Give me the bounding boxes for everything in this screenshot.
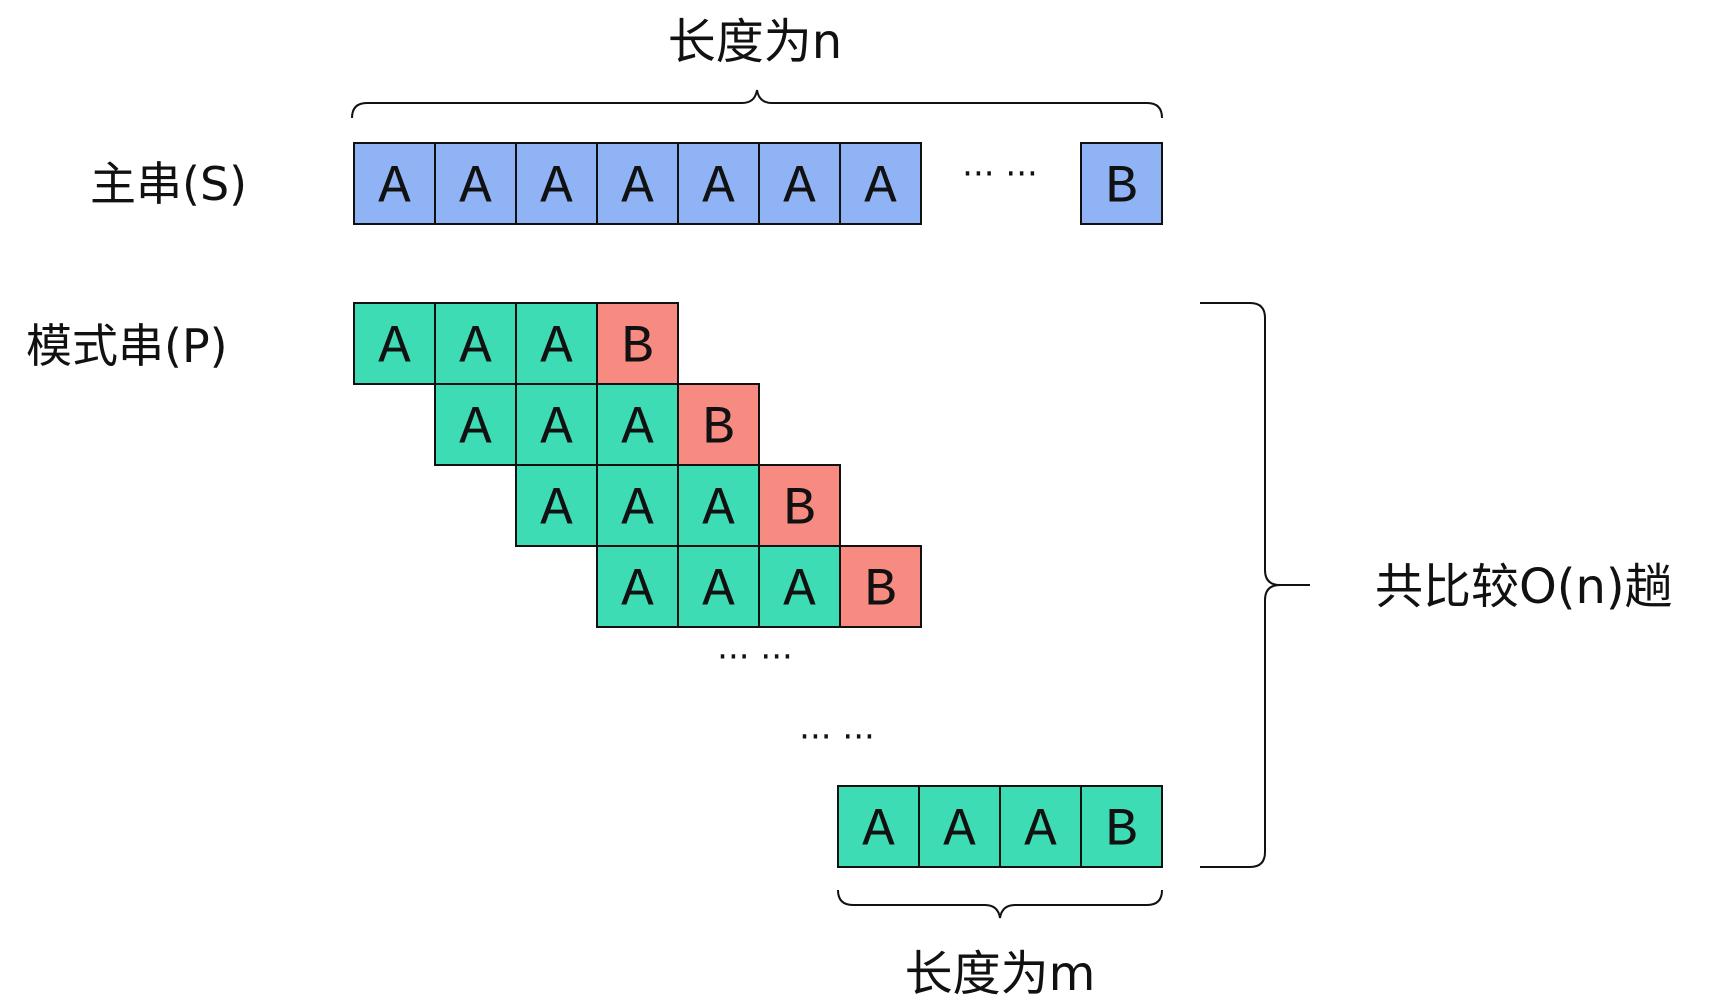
pattern-row-3-cell-2-letter: A <box>783 561 816 622</box>
main-cell-tail-0-letter: B <box>1105 158 1137 219</box>
pattern-row-1-cell-0: A <box>434 383 517 466</box>
final-row-cell-3: B <box>1080 785 1163 868</box>
pattern-row-2-cell-3-letter: B <box>783 480 815 541</box>
pattern-row-0-cell-1: A <box>434 302 517 385</box>
pattern-row-0-cell-3: B <box>596 302 679 385</box>
total-compare-label: 共比较O(n)趟 <box>1375 559 1673 615</box>
pattern-row-3-cell-2: A <box>758 545 841 628</box>
pattern-row-0-cell-2-letter: A <box>540 318 573 379</box>
pattern-row-1-cell-2-letter: A <box>621 399 654 460</box>
main-cell-0: A <box>353 142 436 225</box>
main-cell-1: A <box>434 142 517 225</box>
pattern-row-1-cell-3-letter: B <box>702 399 734 460</box>
pattern-row-0-cell-0: A <box>353 302 436 385</box>
pattern-row-2-cell-2-letter: A <box>702 480 735 541</box>
pattern-row-2-cell-1-letter: A <box>621 480 654 541</box>
final-row-cell-0-letter: A <box>862 801 895 862</box>
main-cell-5: A <box>758 142 841 225</box>
final-row-cell-1: A <box>918 785 1001 868</box>
main-cell-1-letter: A <box>459 158 492 219</box>
main-cell-4: A <box>677 142 760 225</box>
main-string-row: AAAAAAAB <box>353 142 1163 225</box>
pattern-row-3-cell-0-letter: A <box>621 561 654 622</box>
main-string-gap: ··· ··· <box>962 154 1038 194</box>
pattern-row-3-cell-1-letter: A <box>702 561 735 622</box>
main-cell-2-letter: A <box>540 158 573 219</box>
main-cell-tail-0: B <box>1080 142 1163 225</box>
pattern-row-0-cell-3-letter: B <box>621 318 653 379</box>
pattern-row-3-cell-3: B <box>839 545 922 628</box>
pattern-row-1-cell-1-letter: A <box>540 399 573 460</box>
pattern-ellipsis-2: ··· ··· <box>799 717 875 757</box>
top-brace <box>351 89 1163 119</box>
main-cell-4-letter: A <box>702 158 735 219</box>
diagram-canvas: 长度为n 主串(S) 模式串(P) AAAAAAAB ··· ··· A A A BA… <box>26 14 1673 1002</box>
final-row-cell-0: A <box>837 785 920 868</box>
pattern-row-1-cell-1: A <box>515 383 598 466</box>
pattern-row-2-cell-0-letter: A <box>540 480 573 541</box>
main-cell-6: A <box>839 142 922 225</box>
final-row-cell-2-letter: A <box>1024 801 1057 862</box>
pattern-row-0-cell-2: A <box>515 302 598 385</box>
pattern-row-1-cell-3: B <box>677 383 760 466</box>
pattern-row-2-cell-0: A <box>515 464 598 547</box>
pattern-row-0-cell-0-letter: A <box>378 318 411 379</box>
main-cell-3: A <box>596 142 679 225</box>
final-row-cell-1-letter: A <box>943 801 976 862</box>
pattern-ellipsis-1: ··· ··· <box>717 637 793 677</box>
top-length-label: 长度为n <box>668 14 842 70</box>
final-row-cell-3-letter: B <box>1105 801 1137 862</box>
pattern-row-1-cell-2: A <box>596 383 679 466</box>
pattern-row-1-cell-0-letter: A <box>459 399 492 460</box>
main-cell-5-letter: A <box>783 158 816 219</box>
pattern-row-3-cell-3-letter: B <box>864 561 896 622</box>
right-brace <box>1200 302 1310 868</box>
pattern-row-2-cell-3: B <box>758 464 841 547</box>
pattern-row-0-cell-1-letter: A <box>459 318 492 379</box>
final-pattern-row: AAAB <box>837 785 1163 868</box>
main-cell-2: A <box>515 142 598 225</box>
final-row-cell-2: A <box>999 785 1082 868</box>
bottom-brace <box>837 889 1163 919</box>
pattern-row-3-cell-0: A <box>596 545 679 628</box>
pattern-row-3-cell-1: A <box>677 545 760 628</box>
pattern-row-2-cell-2: A <box>677 464 760 547</box>
pattern-rows: A A A BA A A BA A A BA A A B <box>353 302 922 628</box>
main-cell-6-letter: A <box>864 158 897 219</box>
main-string-label: 主串(S) <box>90 157 247 211</box>
main-cell-3-letter: A <box>621 158 654 219</box>
main-cell-0-letter: A <box>378 158 411 219</box>
pattern-row-2-cell-1: A <box>596 464 679 547</box>
bottom-length-label: 长度为m <box>905 946 1096 1002</box>
pattern-string-label: 模式串(P) <box>26 319 228 373</box>
